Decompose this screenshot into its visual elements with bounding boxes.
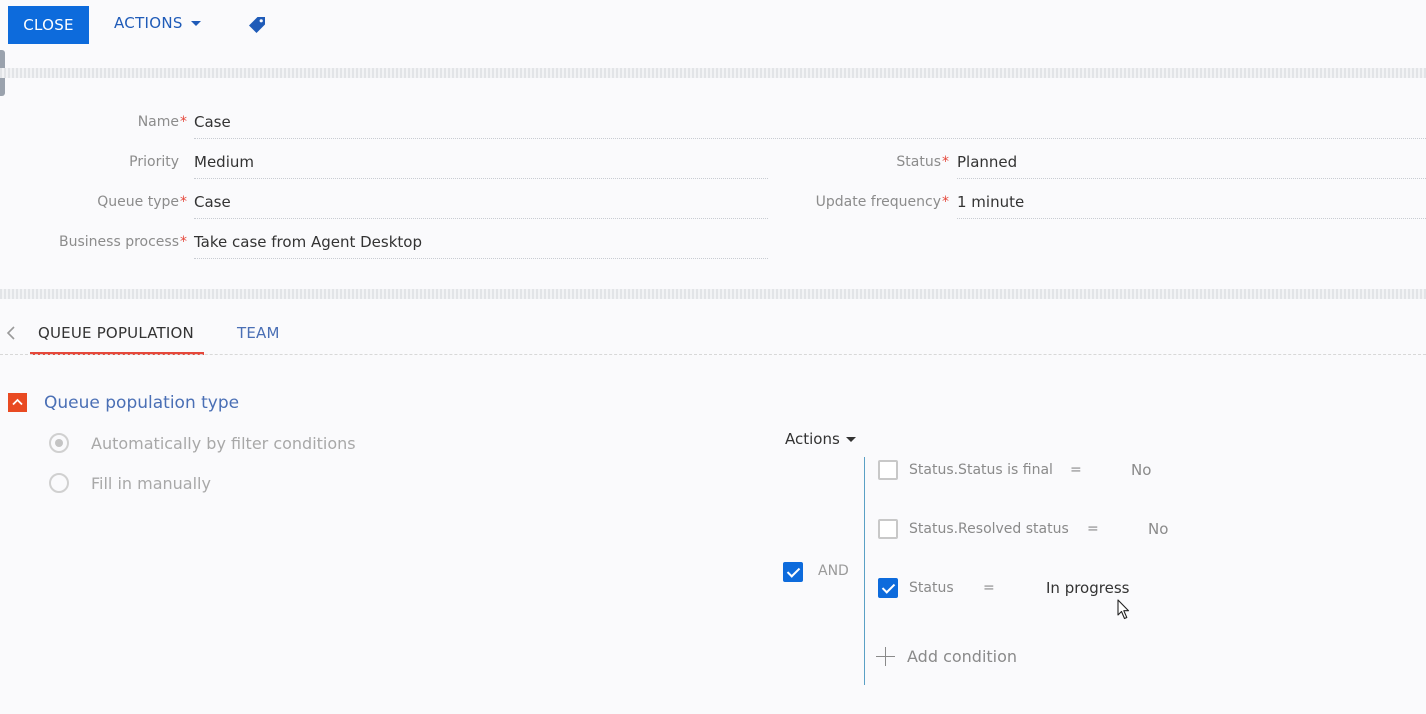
radio-button[interactable] [49, 433, 69, 453]
actions-menu-label: ACTIONS [114, 14, 183, 32]
status-field[interactable]: Planned [957, 153, 1426, 179]
condition-operator[interactable]: = [983, 580, 1046, 596]
tab-queue-population[interactable]: QUEUE POPULATION [38, 324, 194, 342]
filter-group-line [864, 457, 865, 685]
business-process-label: Business process* [59, 234, 187, 250]
condition-column[interactable]: Status.Resolved status [909, 521, 1087, 537]
tabs-divider [0, 354, 1426, 355]
radio-button[interactable] [49, 473, 69, 493]
mouse-cursor-icon [1117, 599, 1130, 620]
plus-icon [876, 647, 895, 666]
section-divider [0, 289, 1426, 299]
condition-row[interactable]: Status = In progress [878, 578, 1129, 598]
priority-label: Priority [129, 154, 179, 170]
caret-down-icon [845, 436, 856, 442]
option-label: Fill in manually [91, 473, 211, 493]
condition-value[interactable]: In progress [1046, 579, 1129, 597]
condition-column[interactable]: Status.Status is final [909, 462, 1070, 478]
condition-row[interactable]: Status.Status is final = No [878, 460, 1151, 480]
close-button[interactable]: CLOSE [8, 6, 89, 44]
group-checkbox[interactable] [783, 562, 803, 582]
business-process-field[interactable]: Take case from Agent Desktop [194, 233, 768, 259]
condition-operator[interactable]: = [1070, 462, 1131, 478]
condition-checkbox[interactable] [878, 460, 898, 480]
update-frequency-field[interactable]: 1 minute [957, 193, 1426, 219]
filter-actions-button[interactable]: Actions [785, 430, 856, 448]
condition-column[interactable]: Status [909, 580, 983, 596]
option-automatic[interactable]: Automatically by filter conditions [49, 433, 356, 453]
chevron-up-icon [12, 398, 23, 406]
actions-menu-button[interactable]: ACTIONS [114, 14, 201, 32]
add-condition-label: Add condition [907, 647, 1018, 666]
group-operator-label[interactable]: AND [818, 563, 849, 579]
toolbar: CLOSE ACTIONS [0, 0, 1426, 50]
queue-type-field[interactable]: Case [194, 193, 768, 219]
caret-down-icon [190, 20, 201, 26]
priority-field[interactable]: Medium [194, 153, 768, 179]
tab-team[interactable]: TEAM [237, 324, 280, 342]
name-label: Name* [137, 114, 187, 130]
status-label: Status* [896, 154, 949, 170]
name-field[interactable]: Case [194, 113, 1426, 139]
chevron-left-icon[interactable] [5, 324, 17, 342]
update-frequency-label: Update frequency* [815, 194, 949, 210]
condition-operator[interactable]: = [1087, 521, 1148, 537]
filter-actions-label: Actions [785, 430, 840, 448]
condition-value[interactable]: No [1148, 520, 1168, 538]
section-divider [0, 68, 1426, 78]
collapse-group-button[interactable] [8, 393, 27, 412]
condition-checkbox[interactable] [878, 519, 898, 539]
option-manual[interactable]: Fill in manually [49, 473, 211, 493]
condition-row[interactable]: Status.Resolved status = No [878, 519, 1168, 539]
queue-type-label: Queue type* [97, 194, 187, 210]
add-condition-button[interactable]: Add condition [876, 647, 1017, 666]
condition-value[interactable]: No [1131, 461, 1151, 479]
condition-checkbox[interactable] [878, 578, 898, 598]
queue-population-type-title: Queue population type [44, 393, 240, 413]
option-label: Automatically by filter conditions [91, 433, 356, 453]
tag-icon[interactable] [247, 15, 267, 35]
